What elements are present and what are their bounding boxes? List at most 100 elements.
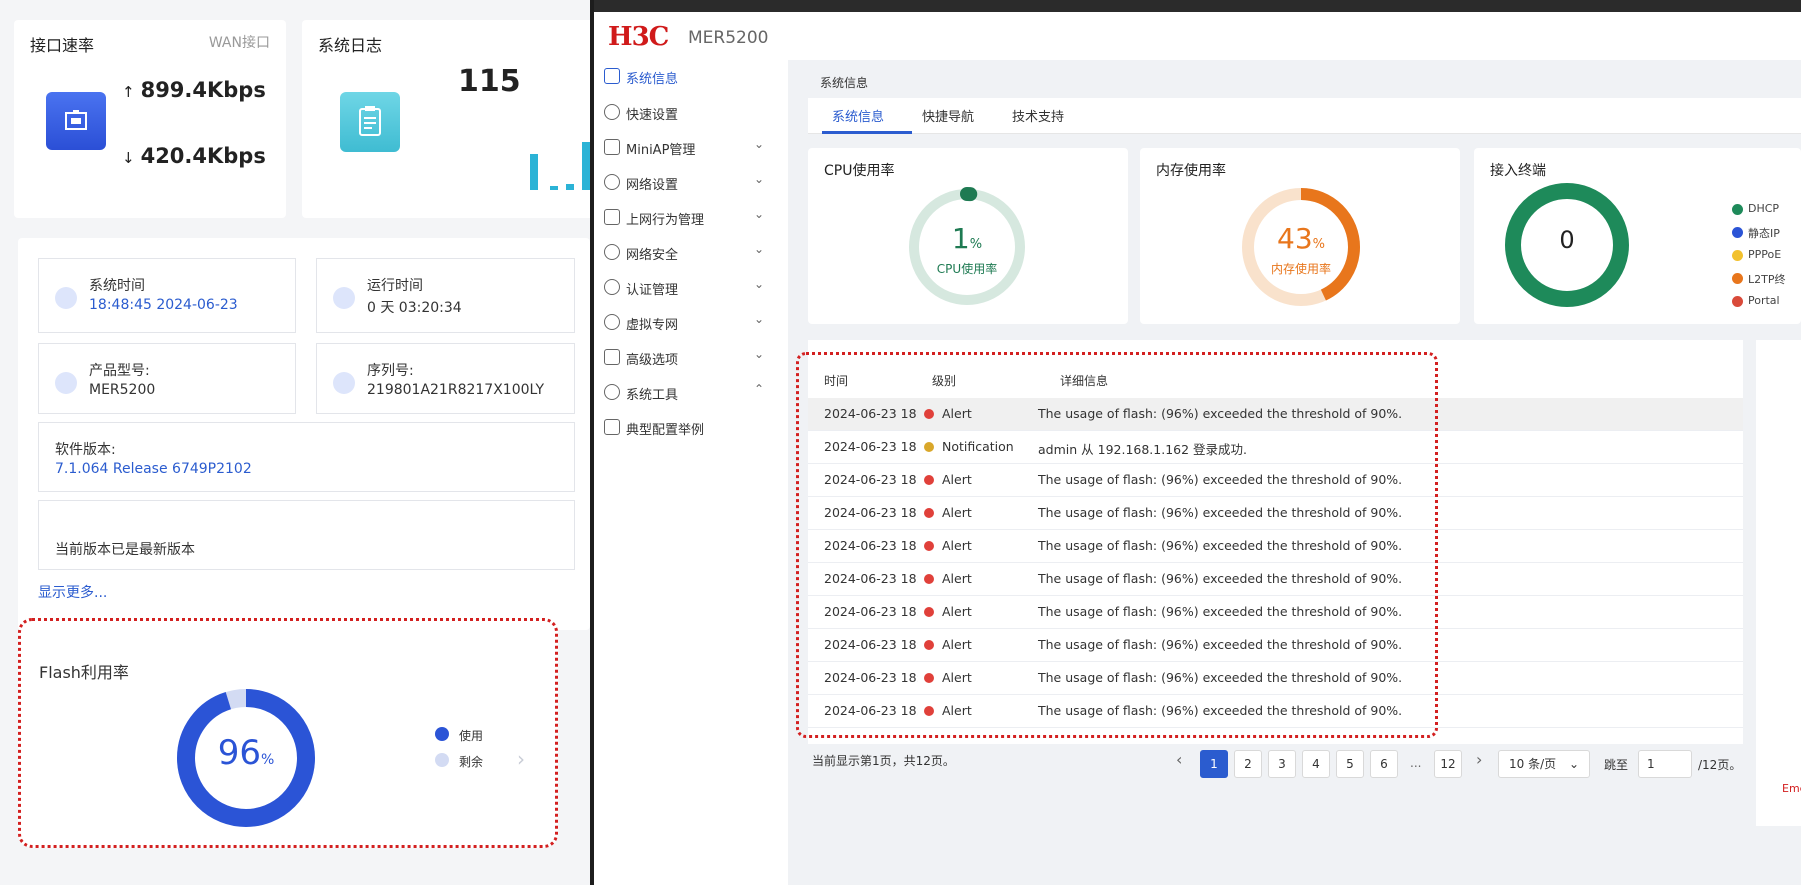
system-info-panel: 系统时间 18:48:45 2024-06-23 运行时间 0 天 03:20:… <box>18 238 590 630</box>
table-row[interactable]: 2024-06-23 18:45 Alert The usage of flash:… <box>808 464 1743 497</box>
chevron-down-icon: ⌄ <box>754 207 765 221</box>
table-row[interactable]: 2024-06-23 18:28 Alert The usage of flash:… <box>808 563 1743 596</box>
row-time: 2024-06-23 18:28 <box>824 571 918 586</box>
update-status-text: 当前版本已是最新版本 <box>55 542 195 558</box>
alert-dot-icon <box>924 607 934 617</box>
sidebar-item-system-info[interactable]: 系统信息 <box>594 60 788 92</box>
chevron-right-icon[interactable]: › <box>517 747 525 771</box>
left-pane: 接口速率 WAN接口 ↑ 899.4Kbps ↓ 420.4Kbps 系统日志 11… <box>0 0 590 885</box>
serial-123-icon <box>333 372 355 394</box>
sidebar-item-label: 网络设置 <box>626 178 679 193</box>
page-size-select[interactable]: 10 条/页 ⌄ <box>1498 750 1590 778</box>
page-button-1[interactable]: 1 <box>1200 750 1228 778</box>
table-row[interactable]: 2024-06-23 18:18 Alert The usage of flash:… <box>808 629 1743 662</box>
tab-quick-nav[interactable]: 快捷导航 <box>922 106 974 125</box>
alert-dot-icon <box>924 508 934 518</box>
side-panel-card <box>1756 340 1801 826</box>
row-level: Alert <box>942 406 972 421</box>
row-time: 2024-06-23 18:48 <box>824 439 918 454</box>
memory-usage-value: 43% <box>1238 222 1364 255</box>
sidebar-item-quick-setup[interactable]: 快速设置 <box>594 96 788 128</box>
row-level: Notification <box>942 439 1014 454</box>
column-header-time: 时间 <box>824 374 849 388</box>
row-time: 2024-06-23 18:18 <box>824 637 918 652</box>
chevron-down-icon: ⌄ <box>754 347 765 361</box>
legend-static-ip-label: 静态IP <box>1748 227 1780 240</box>
table-row[interactable]: 2024-06-23 18:38 Alert The usage of flash:… <box>808 497 1743 530</box>
chevron-down-icon: ⌄ <box>754 137 765 151</box>
clock-icon <box>55 287 77 309</box>
legend-used-dot <box>435 727 449 741</box>
row-level: Alert <box>942 571 972 586</box>
table-row[interactable]: 2024-06-23 18:48 Alert The usage of flash:… <box>808 398 1743 431</box>
sidebar-item-label: 系统工具 <box>626 388 679 403</box>
product-model-label: 产品型号: <box>89 363 150 379</box>
sidebar-item-label: 上网行为管理 <box>626 213 705 228</box>
tab-tech-support[interactable]: 技术支持 <box>1012 106 1064 125</box>
table-row[interactable]: 2024-06-23 18:08 Alert The usage of flash:… <box>808 695 1743 728</box>
flash-value-number: 96 <box>217 733 261 773</box>
table-row[interactable]: 2024-06-23 18:13 Alert The usage of flash:… <box>808 662 1743 695</box>
cpu-usage-sublabel: CPU使用率 <box>936 262 998 276</box>
sidebar: 系统信息 快速设置 MiniAP管理 ⌄ 网络设置 ⌄ 上网行为管理 ⌄ 网络安全 ⌄ … <box>594 60 788 885</box>
device-model: MER5200 <box>688 28 769 48</box>
flash-value-unit: % <box>260 752 275 768</box>
row-detail: The usage of flash: (96%) exceeded the t… <box>1038 670 1403 685</box>
table-row[interactable]: 2024-06-23 18:23 Alert The usage of flash:… <box>808 596 1743 629</box>
page-button-6[interactable]: 6 <box>1370 750 1398 778</box>
shield-icon <box>604 279 620 295</box>
sidebar-item-behavior-mgmt[interactable]: 上网行为管理 ⌄ <box>594 201 788 233</box>
table-row[interactable]: 2024-06-23 18:33 Alert The usage of flash:… <box>808 530 1743 563</box>
product-model-value: MER5200 <box>89 382 156 398</box>
sidebar-item-network-security[interactable]: 网络安全 ⌄ <box>594 236 788 268</box>
legend-portal-label: Portal <box>1748 294 1780 307</box>
row-time: 2024-06-23 18:08 <box>824 703 918 718</box>
tab-bar: 系统信息 快捷导航 技术支持 <box>808 98 1801 134</box>
page-button-2[interactable]: 2 <box>1234 750 1262 778</box>
sparkline-bar <box>550 186 558 190</box>
jump-page-input[interactable]: 1 <box>1638 750 1692 778</box>
show-more-link[interactable]: 显示更多... <box>38 582 107 602</box>
chevron-down-icon: ⌄ <box>754 277 765 291</box>
sidebar-item-auth-mgmt[interactable]: 认证管理 ⌄ <box>594 271 788 303</box>
wan-interface-link[interactable]: WAN接口 <box>209 32 270 52</box>
alert-dot-icon <box>924 409 934 419</box>
security-globe-icon <box>604 244 620 260</box>
tab-system-info[interactable]: 系统信息 <box>832 106 884 125</box>
row-level: Alert <box>942 472 972 487</box>
row-detail: The usage of flash: (96%) exceeded the t… <box>1038 505 1403 520</box>
legend-l2tp-dot <box>1732 273 1743 284</box>
side-panel-red-text: Eme <box>1782 782 1801 795</box>
next-page-button[interactable]: › <box>1476 750 1482 769</box>
alert-dot-icon <box>924 673 934 683</box>
interface-rate-card: 接口速率 WAN接口 ↑ 899.4Kbps ↓ 420.4Kbps <box>14 20 286 218</box>
page-button-12[interactable]: 12 <box>1434 750 1462 778</box>
h3c-logo: H3C <box>608 22 669 52</box>
sidebar-item-config-examples[interactable]: 典型配置举例 <box>594 411 788 443</box>
system-log-card[interactable]: 系统日志 115 <box>302 20 590 218</box>
row-time: 2024-06-23 18:23 <box>824 604 918 619</box>
page-button-3[interactable]: 3 <box>1268 750 1296 778</box>
sidebar-item-system-tools[interactable]: 系统工具 ⌃ <box>594 376 788 408</box>
sidebar-item-advanced[interactable]: 高级选项 ⌄ <box>594 341 788 373</box>
jump-label: 跳至 <box>1604 758 1629 772</box>
log-sparkline <box>514 104 590 190</box>
cpu-value-unit: % <box>969 237 983 252</box>
row-level: Alert <box>942 505 972 520</box>
row-detail: The usage of flash: (96%) exceeded the t… <box>1038 538 1403 553</box>
page-button-4[interactable]: 4 <box>1302 750 1330 778</box>
memory-usage-donut: 43% 内存使用率 <box>1238 184 1364 310</box>
table-row[interactable]: 2024-06-23 18:48 Notification admin 从 192.… <box>808 431 1743 464</box>
legend-portal-dot <box>1732 296 1743 307</box>
sidebar-item-network-settings[interactable]: 网络设置 ⌄ <box>594 166 788 198</box>
sidebar-item-miniap[interactable]: MiniAP管理 ⌄ <box>594 131 788 163</box>
sidebar-item-vpn[interactable]: 虚拟专网 ⌄ <box>594 306 788 338</box>
system-time-label: 系统时间 <box>89 278 145 294</box>
sidebar-item-label: 认证管理 <box>626 283 679 298</box>
sidebar-item-label: 典型配置举例 <box>626 423 705 438</box>
page-button-5[interactable]: 5 <box>1336 750 1364 778</box>
row-time: 2024-06-23 18:38 <box>824 505 918 520</box>
prev-page-button[interactable]: ‹ <box>1176 750 1182 769</box>
uptime-box: 运行时间 0 天 03:20:34 <box>316 258 575 333</box>
sidebar-item-label: 系统信息 <box>626 72 679 87</box>
